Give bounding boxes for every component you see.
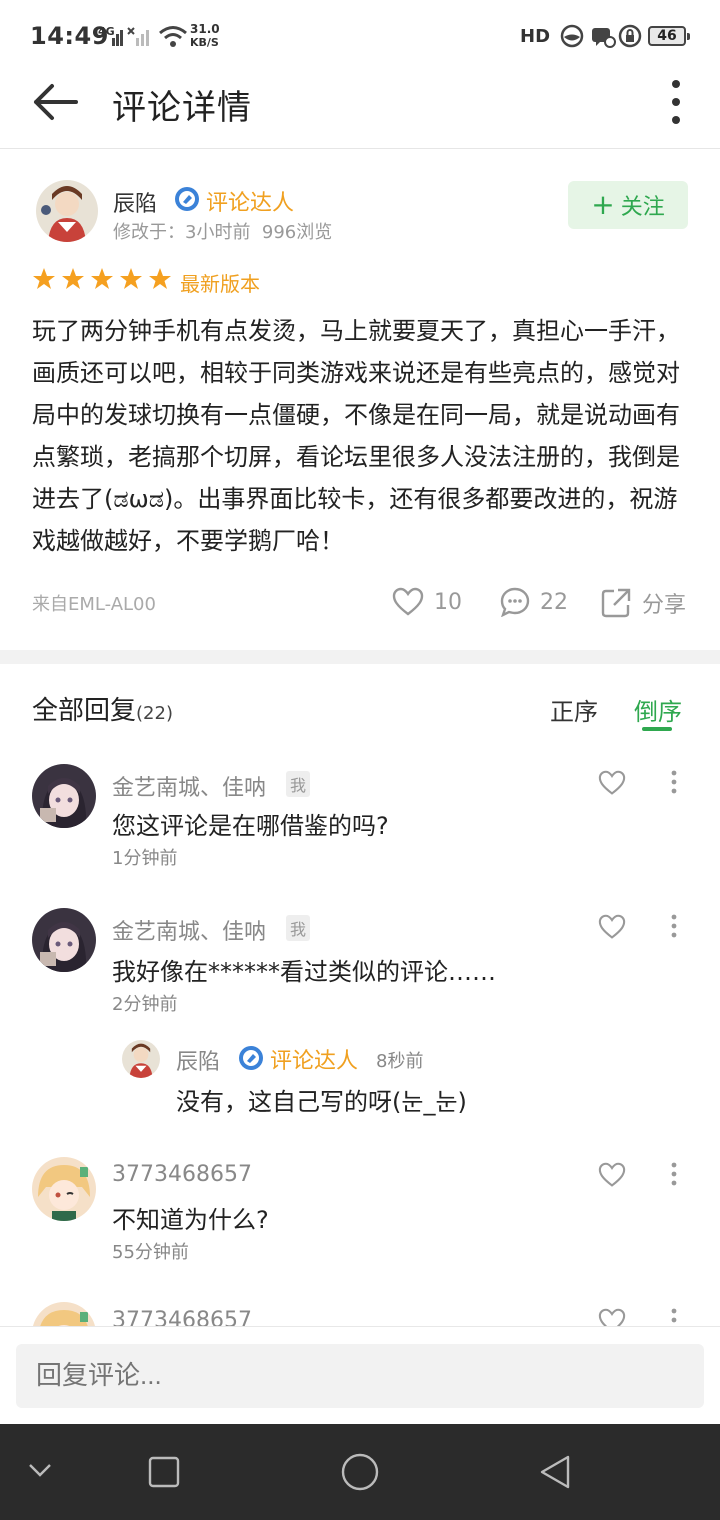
like-count: 10 xyxy=(434,589,462,615)
replies-count: (22) xyxy=(136,703,173,724)
replies-title-text: 全部回复 xyxy=(32,696,137,726)
star-icon xyxy=(33,268,55,289)
share-label: 分享 xyxy=(642,593,687,618)
reply-like-icon[interactable] xyxy=(598,1162,626,1188)
reply-time: 2分钟前 xyxy=(112,994,178,1015)
reply-author[interactable]: 3773468657 xyxy=(112,1308,252,1326)
reply-more-icon[interactable] xyxy=(670,914,678,938)
comment-count: 22 xyxy=(540,589,568,615)
reviewer-badge-icon xyxy=(238,1045,264,1075)
like-button[interactable]: 10 xyxy=(392,587,462,617)
rotation-lock-icon xyxy=(618,24,642,48)
star-icon xyxy=(91,268,113,289)
reply-time: 55分钟前 xyxy=(112,1242,189,1263)
header-divider xyxy=(0,148,720,149)
author-name[interactable]: 辰陷 xyxy=(113,186,157,218)
back-nav-icon[interactable] xyxy=(538,1454,574,1494)
reply-like-icon[interactable] xyxy=(598,770,626,796)
star-icon xyxy=(120,268,142,289)
reply-text: 不知道为什么? xyxy=(112,1206,269,1234)
section-divider xyxy=(0,650,720,664)
sub-reply-avatar[interactable] xyxy=(122,1040,160,1078)
active-tab-indicator xyxy=(642,727,672,731)
sub-reply-badge: 评论达人 xyxy=(270,1049,359,1074)
me-tag: 我 xyxy=(286,915,311,941)
share-icon xyxy=(601,588,631,618)
review-source: 来自EML-AL00 xyxy=(32,594,156,615)
reply-author[interactable]: 金艺南城、佳呐 xyxy=(112,770,266,802)
reply-more-icon[interactable] xyxy=(670,1162,678,1186)
star-icon xyxy=(62,268,84,289)
reply-more-icon[interactable] xyxy=(670,1308,678,1326)
hd-label: HD xyxy=(520,26,551,47)
signal-icon xyxy=(100,28,124,46)
author-avatar[interactable] xyxy=(36,180,98,242)
reply-avatar[interactable] xyxy=(32,1302,96,1326)
sub-reply-time: 8秒前 xyxy=(376,1051,424,1072)
eye-comfort-icon xyxy=(560,24,584,48)
sort-descending-tab[interactable]: 倒序 xyxy=(634,692,682,727)
net-speed-value: 31.0 xyxy=(190,22,220,36)
more-options-icon[interactable] xyxy=(666,80,686,124)
reply-text: 您这评论是在哪借鉴的吗? xyxy=(112,812,389,840)
reply-avatar[interactable] xyxy=(32,908,96,972)
reply-time: 1分钟前 xyxy=(112,848,178,869)
reviewer-badge: 评论达人 xyxy=(206,191,295,216)
review-body: 玩了两分钟手机有点发烫，马上就要夏天了，真担心一手汗，画质还可以吧，相较于同类游… xyxy=(32,317,680,555)
reply-like-icon[interactable] xyxy=(598,914,626,940)
follow-label: 关注 xyxy=(620,195,665,220)
reply-author[interactable]: 3773468657 xyxy=(112,1162,252,1187)
reply-bar-divider xyxy=(0,1326,720,1327)
battery-indicator: 46 xyxy=(648,26,690,46)
home-icon[interactable] xyxy=(340,1452,380,1496)
sub-reply-author[interactable]: 辰陷 xyxy=(176,1044,220,1076)
replies-title: 全部回复(22) xyxy=(32,690,173,727)
reply-input[interactable] xyxy=(36,1360,676,1391)
reply-author[interactable]: 金艺南城、佳呐 xyxy=(112,914,266,946)
recents-icon[interactable] xyxy=(148,1456,180,1492)
star-icon xyxy=(149,268,171,289)
message-off-icon xyxy=(590,24,616,48)
reply-avatar[interactable] xyxy=(32,1157,96,1221)
reply-more-icon[interactable] xyxy=(670,770,678,794)
review-meta: 修改于：3小时前 996浏览 xyxy=(113,222,333,243)
share-button[interactable]: 分享 xyxy=(600,587,686,619)
reply-avatar[interactable] xyxy=(32,764,96,828)
back-arrow-icon[interactable] xyxy=(30,80,80,124)
follow-button[interactable]: + 关注 xyxy=(568,181,688,229)
heart-icon xyxy=(392,587,424,616)
sub-reply-text: 没有，这自己写的呀(눈_눈) xyxy=(176,1088,467,1116)
comment-icon xyxy=(500,587,530,617)
net-speed-unit: KB/S xyxy=(190,36,219,49)
rating-stars xyxy=(32,267,172,291)
signal-off-icon xyxy=(126,26,152,46)
reviewer-badge-icon xyxy=(174,186,200,216)
sort-ascending-tab[interactable]: 正序 xyxy=(550,692,598,727)
wifi-icon xyxy=(158,24,188,48)
me-tag: 我 xyxy=(286,771,311,797)
reply-like-icon[interactable] xyxy=(598,1308,626,1326)
system-nav-bar xyxy=(0,1424,720,1520)
hide-nav-icon[interactable] xyxy=(28,1462,52,1482)
comment-button[interactable]: 22 xyxy=(500,587,568,617)
reply-text: 我好像在******看过类似的评论…… xyxy=(112,958,496,986)
page-title: 评论详情 xyxy=(112,88,252,128)
plus-icon: + xyxy=(591,188,615,221)
version-label: 最新版本 xyxy=(180,272,260,296)
reply-item-partial: 3773468657 xyxy=(0,1296,720,1326)
